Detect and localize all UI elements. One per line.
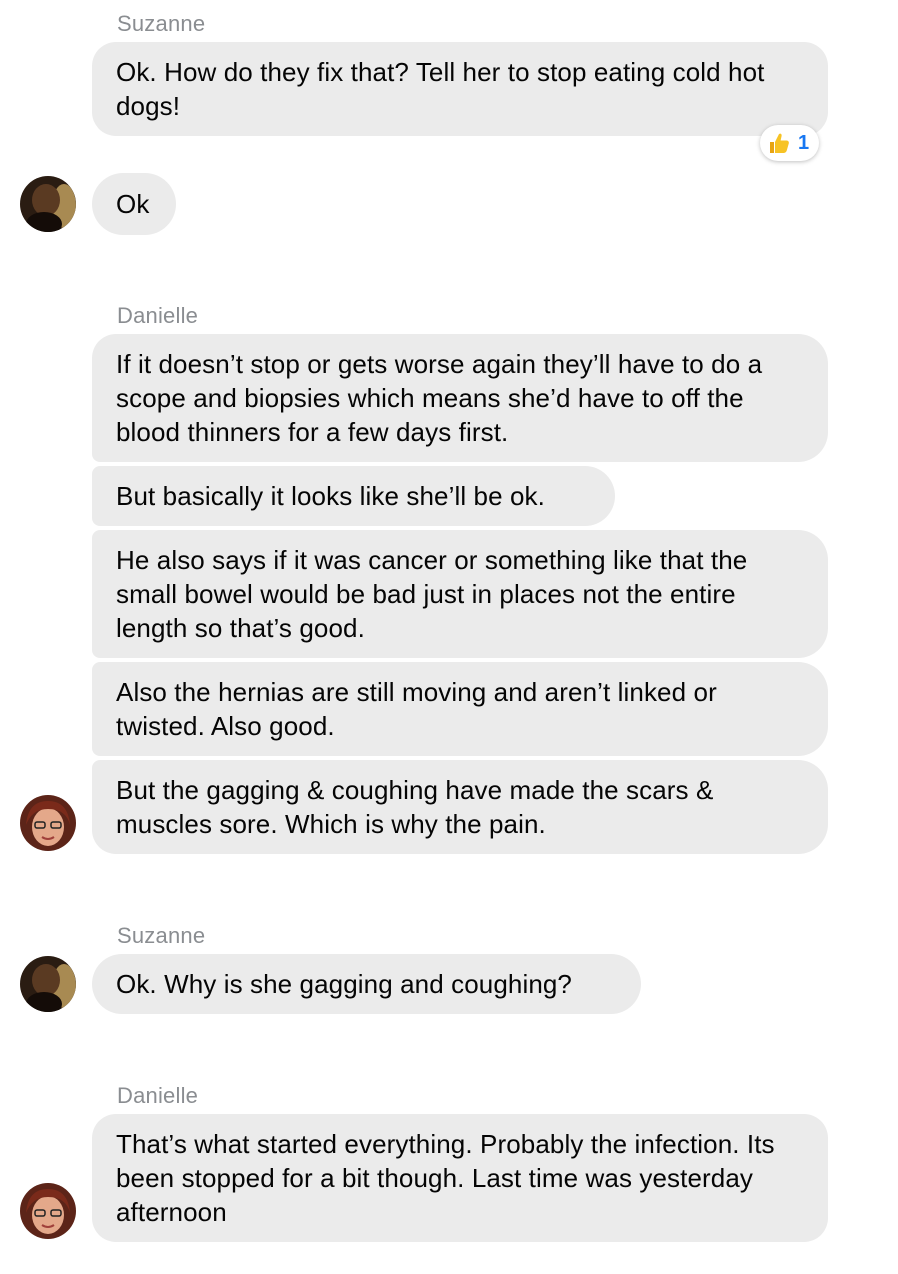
sender-name: Danielle	[117, 1083, 199, 1108]
message-bubble[interactable]: Ok. How do they fix that? Tell her to st…	[92, 42, 828, 136]
message-bubble[interactable]: He also says if it was cancer or somethi…	[92, 530, 828, 658]
message-bubble[interactable]: That’s what started everything. Probably…	[92, 1114, 828, 1242]
message-bubble[interactable]: Also the hernias are still moving and ar…	[92, 662, 828, 756]
reaction-badge[interactable]: 1	[760, 125, 820, 161]
sender-name: Suzanne	[117, 11, 206, 36]
avatar[interactable]	[20, 795, 76, 851]
message-bubble[interactable]: But the gagging & coughing have made the…	[92, 760, 828, 854]
message-bubble[interactable]: If it doesn’t stop or gets worse again t…	[92, 334, 828, 462]
sender-name: Suzanne	[117, 923, 206, 948]
message-bubble[interactable]: Ok. Why is she gagging and coughing?	[92, 954, 641, 1014]
avatar[interactable]	[20, 176, 76, 232]
reaction-count: 1	[798, 132, 810, 154]
avatar[interactable]	[20, 956, 76, 1012]
avatar[interactable]	[20, 1183, 76, 1239]
thumbs-up-icon	[766, 130, 792, 156]
message-bubble[interactable]: But basically it looks like she’ll be ok…	[92, 466, 615, 526]
sender-name: Danielle	[117, 303, 199, 328]
message-bubble[interactable]: Ok	[92, 173, 176, 235]
